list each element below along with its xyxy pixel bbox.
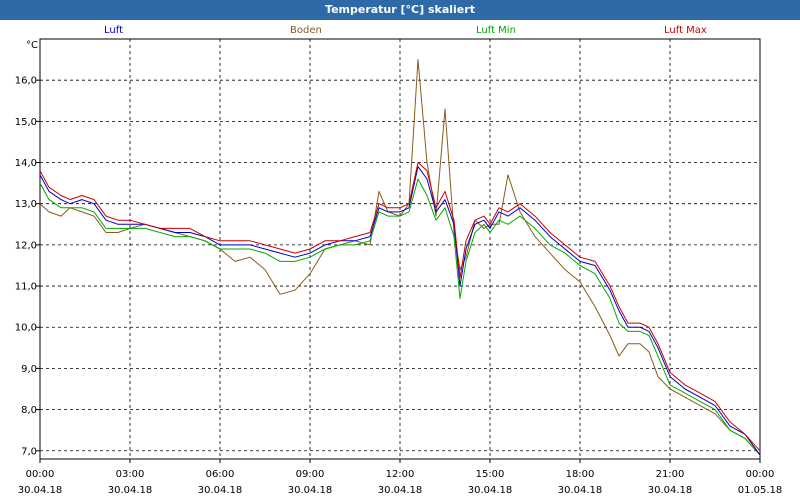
x-tick-time: 18:00 xyxy=(566,469,595,480)
x-tick-date: 30.04.18 xyxy=(198,485,243,496)
temperature-chart: 7,0 8,0 9,0 10,0 11,0 12,0 13,0 14,0 15,0 16,0 00… xyxy=(15,38,783,496)
y-tick-label: 7,0 xyxy=(21,446,37,457)
x-tick-date: 30.04.18 xyxy=(288,485,333,496)
y-tick-label: 10,0 xyxy=(15,323,37,334)
x-tick-time: 12:00 xyxy=(386,469,415,480)
x-tick-time: 15:00 xyxy=(476,469,505,480)
x-tick-date: 30.04.18 xyxy=(378,485,423,496)
y-tick-label: 12,0 xyxy=(15,240,37,251)
y-tick-label: 13,0 xyxy=(15,199,37,210)
y-axis-ticks: 7,0 8,0 9,0 10,0 11,0 12,0 13,0 14,0 15,0 16,0 xyxy=(15,76,40,457)
x-tick-time: 09:00 xyxy=(296,469,325,480)
x-axis-ticks: 00:00 30.04.18 03:00 30.04.18 06:00 30.04.18 0… xyxy=(18,459,783,496)
y-tick-label: 8,0 xyxy=(21,405,37,416)
x-tick-date: 30.04.18 xyxy=(468,485,513,496)
x-tick-date: 30.04.18 xyxy=(558,485,603,496)
x-tick-date: 30.04.18 xyxy=(18,485,63,496)
y-axis-unit: °C xyxy=(26,40,38,51)
y-tick-label: 11,0 xyxy=(15,282,37,293)
x-tick-date: 30.04.18 xyxy=(108,485,153,496)
x-tick-date: 30.04.18 xyxy=(648,485,693,496)
y-tick-label: 14,0 xyxy=(15,158,37,169)
x-tick-time: 00:00 xyxy=(26,469,55,480)
x-tick-time: 06:00 xyxy=(206,469,235,480)
x-tick-date: 01.05.18 xyxy=(738,485,783,496)
x-tick-time: 03:00 xyxy=(116,469,145,480)
x-tick-time: 00:00 xyxy=(746,469,775,480)
y-tick-label: 9,0 xyxy=(21,364,37,375)
y-tick-label: 15,0 xyxy=(15,117,37,128)
y-tick-label: 16,0 xyxy=(15,76,37,87)
x-tick-time: 21:00 xyxy=(656,469,685,480)
